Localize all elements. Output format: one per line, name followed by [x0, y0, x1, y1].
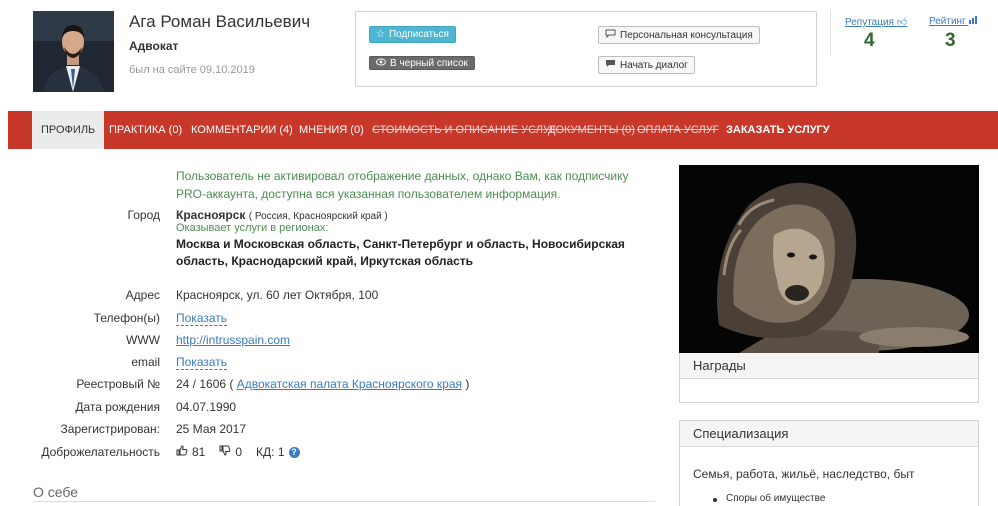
reputation-link[interactable]: Репутация 👍︎ — [845, 16, 907, 28]
show-phone-link[interactable]: Показать — [176, 311, 228, 326]
stats-divider — [830, 11, 831, 55]
registered-value: 25 Мая 2017 — [176, 422, 247, 436]
regions-label: Оказывает услуги в регионах: — [176, 222, 329, 234]
eye-icon — [376, 58, 386, 69]
specialization-area: Семья, работа, жильё, наследство, быт — [693, 467, 915, 481]
specialization-title: Специализация — [680, 421, 978, 447]
avatar — [33, 11, 114, 92]
about-title: О себе — [33, 484, 79, 500]
goodwill-label: Доброжелательность — [41, 445, 160, 459]
birth-label: Дата рождения — [75, 400, 160, 414]
tab-opinions[interactable]: МНЕНИЯ (0) — [290, 111, 373, 149]
awards-title: Награды — [680, 353, 978, 379]
about-divider — [33, 501, 655, 502]
goodwill-value: 81 0 КД: 1 ? — [176, 445, 300, 459]
help-icon[interactable]: ? — [288, 446, 300, 458]
subscribe-button[interactable]: ☆ Подписаться — [369, 26, 456, 43]
message-icon — [605, 59, 616, 71]
specialization-panel: Специализация — [679, 420, 979, 506]
tab-pricing[interactable]: СТОИМОСТЬ И ОПИСАНИЕ УСЛУГ — [363, 111, 565, 149]
profile-cover-image — [679, 165, 979, 353]
reputation-value: 4 — [864, 30, 875, 51]
actions-panel: ☆ Подписаться В черный список Персональн… — [355, 11, 817, 87]
registry-label: Реестровый № — [76, 377, 160, 391]
thumbs-up-icon — [176, 445, 188, 459]
thumbs-up-icon: 👍︎ — [896, 17, 908, 28]
tab-profile[interactable]: ПРОФИЛЬ — [32, 111, 105, 149]
registered-label: Зарегистрирован: — [60, 422, 160, 436]
profile-name: Ага Роман Васильевич — [129, 12, 311, 31]
registry-value: 24 / 1606 ( Адвокатская палата Красноярс… — [176, 377, 470, 391]
start-dialog-button[interactable]: Начать диалог — [598, 56, 695, 74]
show-email-link[interactable]: Показать — [176, 355, 228, 370]
email-label: email — [131, 355, 160, 369]
star-icon: ☆ — [376, 29, 385, 40]
thumbs-down-icon — [219, 445, 231, 459]
address-value: Красноярск, ул. 60 лет Октября, 100 — [176, 288, 379, 302]
specialization-item: Споры об имуществе — [726, 493, 826, 504]
regions-value: Москва и Московская область, Санкт-Петер… — [176, 237, 625, 268]
tab-practice[interactable]: ПРАКТИКА (0) — [100, 111, 191, 149]
rating-link[interactable]: Рейтинг — [929, 16, 979, 27]
profile-role: Адвокат — [129, 39, 179, 53]
tab-comments[interactable]: КОММЕНТАРИИ (4) — [182, 111, 302, 149]
tab-order-service[interactable]: ЗАКАЗАТЬ УСЛУГУ — [717, 111, 839, 149]
website-link[interactable]: http://intrusspain.com — [176, 333, 290, 347]
comment-icon — [605, 29, 616, 41]
city-value: Красноярск ( Россия, Красноярский край ) — [176, 208, 388, 222]
profile-nav: ПРОФИЛЬ ПРАКТИКА (0) КОММЕНТАРИИ (4) МНЕ… — [8, 111, 998, 149]
address-label: Адрес — [125, 288, 160, 302]
tab-payment[interactable]: ОПЛАТА УСЛУГ — [628, 111, 728, 149]
consultation-button[interactable]: Персональная консультация — [598, 26, 760, 44]
last-seen: был на сайте 09.10.2019 — [129, 64, 255, 76]
bar-association-link[interactable]: Адвокатская палата Красноярского края — [237, 377, 462, 391]
blacklist-button[interactable]: В черный список — [369, 56, 475, 70]
city-label: Город — [127, 208, 160, 222]
pro-notice: Пользователь не активировал отображение … — [176, 169, 629, 201]
bar-chart-icon — [968, 16, 979, 27]
rating-value: 3 — [945, 30, 956, 51]
awards-panel: Награды — [679, 353, 979, 403]
phone-label: Телефон(ы) — [93, 311, 160, 325]
list-bullet — [713, 498, 717, 502]
www-label: WWW — [126, 333, 160, 347]
birth-value: 04.07.1990 — [176, 400, 237, 414]
